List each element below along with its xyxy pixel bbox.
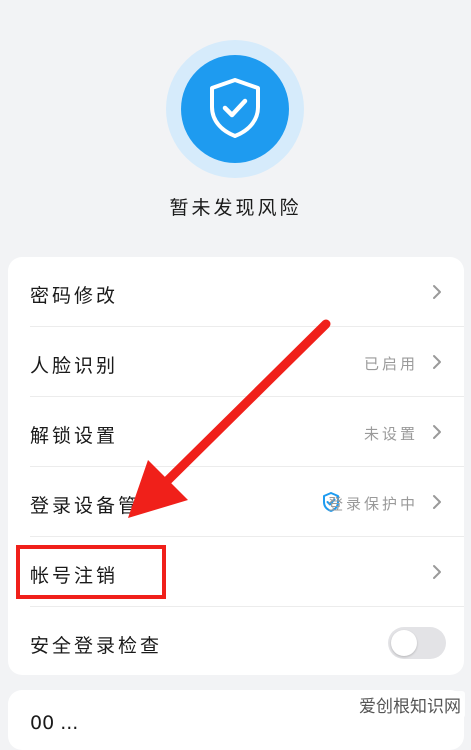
row-value: 已启用 xyxy=(363,355,418,373)
chevron-right-icon xyxy=(433,425,441,439)
watermark: 爱创根知识网 xyxy=(355,691,465,718)
row-label: 00 ... xyxy=(30,712,79,734)
row-password-change[interactable]: 密码修改 xyxy=(8,257,464,327)
security-settings-card: 密码修改 人脸识别 已启用 解锁设置 未设置 登录设备管 登录保护中 帐号注销 … xyxy=(8,257,464,675)
annotation-highlight-box xyxy=(16,545,166,599)
row-value: 未设置 xyxy=(363,425,418,443)
shield-check-icon xyxy=(210,78,260,138)
secure-login-toggle[interactable] xyxy=(388,627,446,659)
row-face-recognition[interactable]: 人脸识别 已启用 xyxy=(8,327,464,397)
row-label: 登录设备管 xyxy=(30,495,141,517)
security-status-text: 暂未发现风险 xyxy=(169,197,302,219)
row-label: 安全登录检查 xyxy=(30,635,163,657)
row-unlock-settings[interactable]: 解锁设置 未设置 xyxy=(8,397,464,467)
row-label: 人脸识别 xyxy=(30,355,119,377)
chevron-right-icon xyxy=(433,285,441,299)
row-label: 解锁设置 xyxy=(30,425,119,447)
row-label: 密码修改 xyxy=(30,285,119,307)
row-secure-login-check: 安全登录检查 xyxy=(8,607,464,677)
chevron-right-icon xyxy=(433,355,441,369)
chevron-right-icon xyxy=(433,565,441,579)
shield-badge-core xyxy=(181,55,289,163)
chevron-right-icon xyxy=(433,495,441,509)
security-status-hero: 暂未发现风险 xyxy=(0,0,471,250)
row-value: 登录保护中 xyxy=(327,495,418,513)
shield-badge xyxy=(166,40,304,178)
row-login-devices[interactable]: 登录设备管 登录保护中 xyxy=(8,467,464,537)
toggle-knob xyxy=(391,630,417,656)
